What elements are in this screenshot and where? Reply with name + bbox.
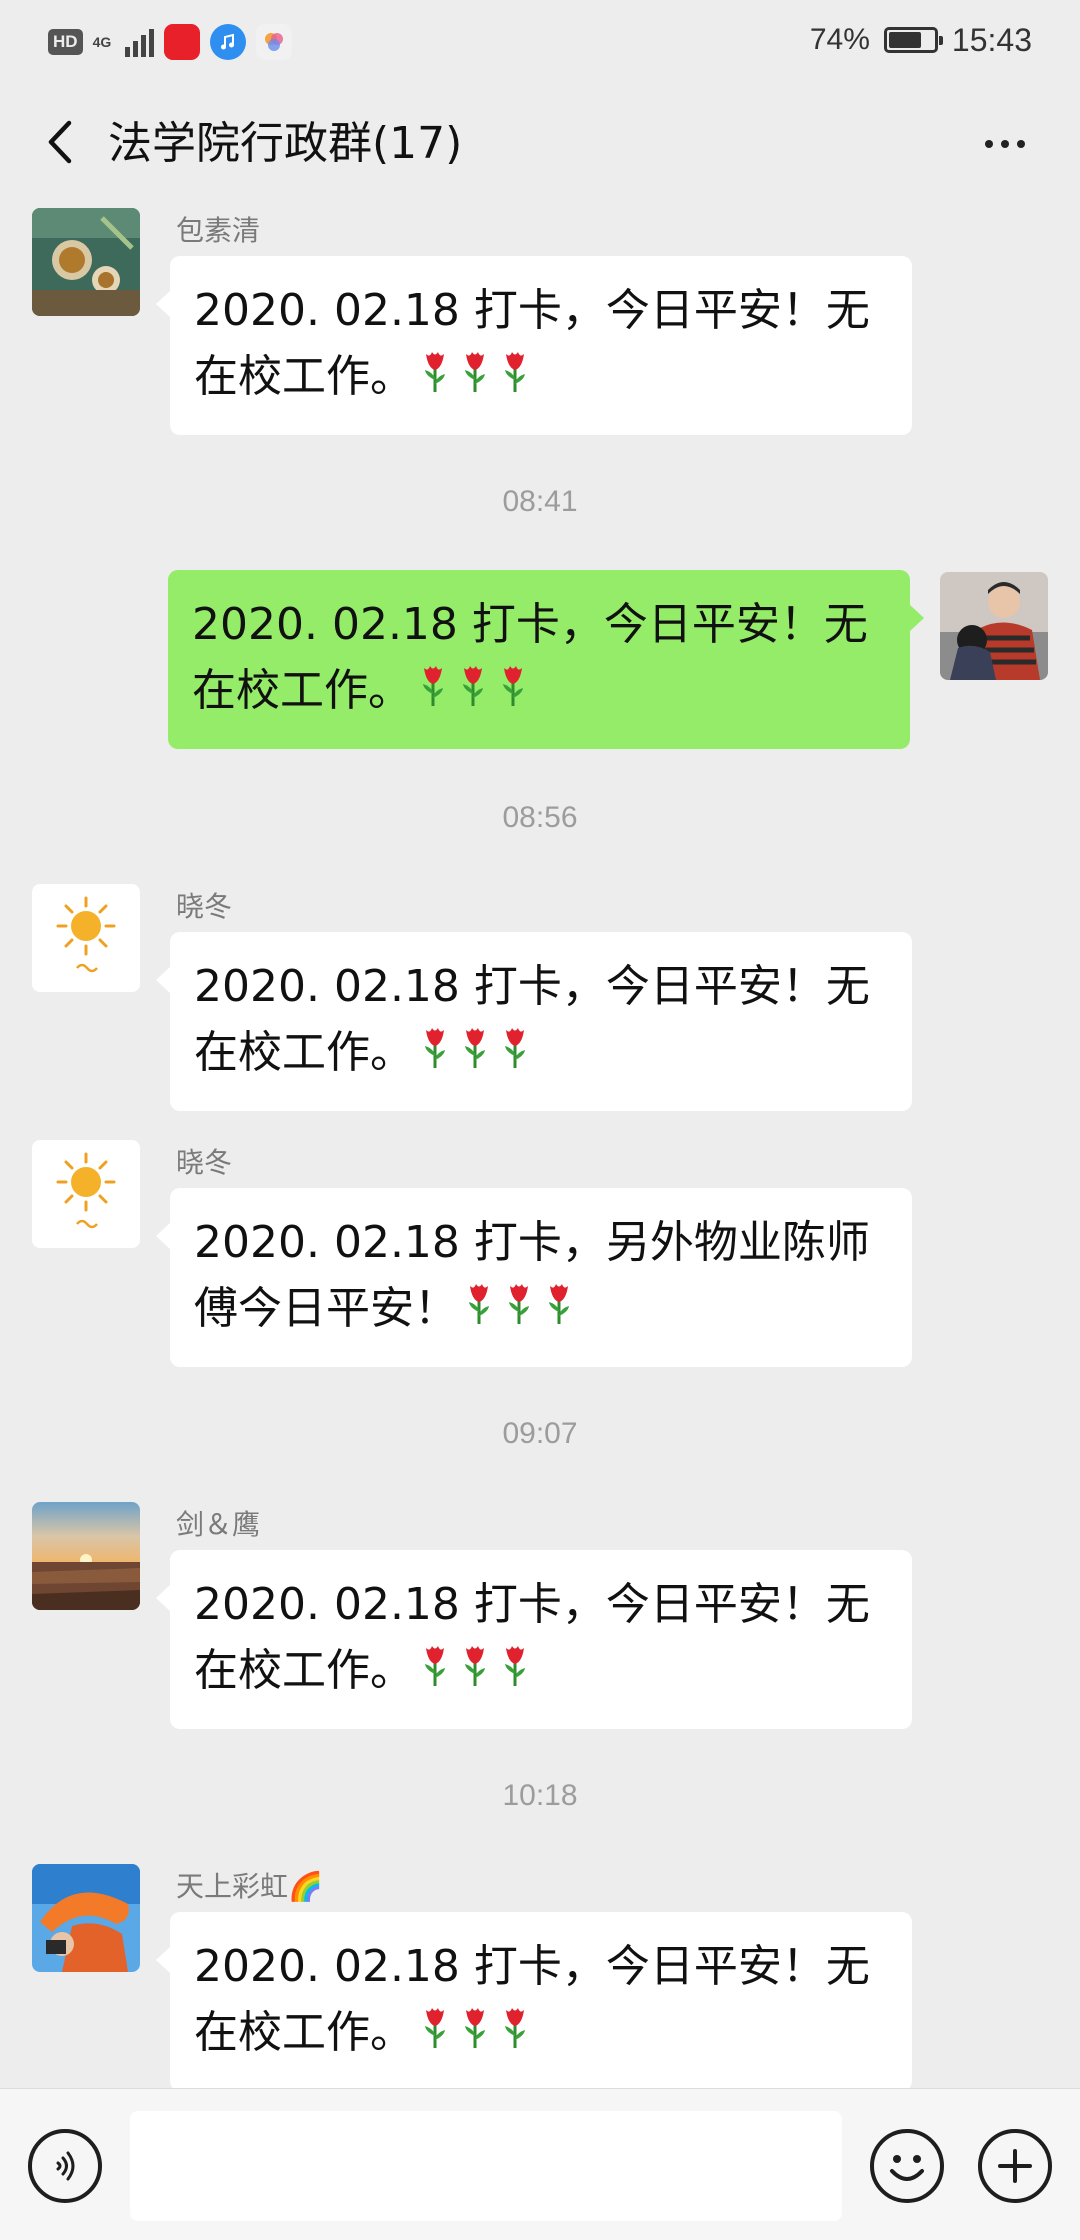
avatar[interactable]	[32, 1140, 140, 1248]
dot-icon	[1017, 140, 1025, 148]
sun-drawing-avatar	[32, 884, 140, 992]
message-bubble[interactable]: 2020. 02.18 打卡，今日平安！无在校工作。	[156, 1912, 912, 2091]
chat-title: 法学院行政群(17)	[108, 118, 463, 169]
dot-icon	[985, 140, 993, 148]
rose-emoji-icon	[420, 1641, 450, 1707]
back-button[interactable]	[30, 112, 90, 172]
rose-emojis	[420, 2001, 540, 2069]
rose-emoji-icon	[464, 1279, 494, 1345]
avatar[interactable]	[32, 1864, 140, 1972]
hd-badge: HD	[48, 29, 83, 55]
sender-name: 剑＆鹰	[176, 1508, 261, 1541]
plus-icon	[998, 2149, 1032, 2183]
timestamp: 09:07	[502, 1417, 578, 1450]
gallery-app-icon	[255, 24, 292, 60]
self-photo-avatar	[940, 572, 1048, 680]
input-bar	[0, 2088, 1080, 2240]
rose-emoji-icon	[460, 2003, 490, 2069]
battery-percent: 74%	[809, 23, 870, 56]
rose-emoji-icon	[500, 347, 530, 413]
status-left: HD 4G	[48, 22, 292, 62]
rose-emoji-icon	[458, 661, 488, 727]
rose-emoji-icon	[498, 661, 528, 727]
avatar[interactable]	[32, 1502, 140, 1610]
battery-icon	[883, 27, 943, 53]
rose-emoji-icon	[500, 1641, 530, 1707]
rose-emoji-icon	[418, 661, 448, 727]
avatar[interactable]	[32, 208, 140, 316]
timestamp: 08:41	[502, 485, 578, 518]
rose-emojis	[418, 659, 538, 727]
rose-emoji-icon	[500, 2003, 530, 2069]
music-app-icon	[209, 24, 246, 60]
voice-button[interactable]	[28, 2129, 102, 2203]
avatar[interactable]	[940, 572, 1048, 680]
plus-button[interactable]	[978, 2129, 1052, 2203]
message-bubble[interactable]: 2020. 02.18 打卡，今日平安！无在校工作。	[156, 932, 912, 1111]
chevron-left-icon	[48, 120, 72, 164]
network-type: 4G	[92, 34, 112, 50]
sun-drawing-avatar	[32, 1140, 140, 1248]
rose-emoji-icon	[460, 1023, 490, 1089]
rose-emoji-icon	[460, 1641, 490, 1707]
message-bubble[interactable]: 2020. 02.18 打卡，另外物业陈师傅今日平安！	[156, 1188, 912, 1367]
rose-emoji-icon	[504, 1279, 534, 1345]
message-bubble[interactable]: 2020. 02.18 打卡，今日平安！无在校工作。	[156, 256, 912, 435]
rose-emoji-icon	[420, 347, 450, 413]
status-right: 74% 15:43	[810, 20, 1032, 60]
clock: 15:43	[951, 21, 1032, 58]
timestamp: 10:18	[502, 1779, 578, 1812]
dot-icon	[1001, 140, 1009, 148]
sunset-photo-avatar	[32, 1502, 140, 1610]
rose-emojis	[420, 1021, 540, 1089]
emoji-button[interactable]	[870, 2129, 944, 2203]
sender-name: 晓冬	[176, 890, 233, 923]
my-message-bubble[interactable]: 2020. 02.18 打卡，今日平安！无在校工作。	[168, 570, 924, 749]
timestamp: 08:56	[502, 801, 578, 834]
message-input[interactable]	[130, 2111, 842, 2221]
rose-emojis	[464, 1277, 584, 1345]
rose-emoji-icon	[420, 2003, 450, 2069]
orange-hat-photo-avatar	[32, 1864, 140, 1972]
sender-name: 晓冬	[176, 1146, 233, 1179]
sender-name: 天上彩虹🌈	[176, 1870, 323, 1903]
avatar[interactable]	[32, 884, 140, 992]
smiley-icon	[890, 2155, 924, 2181]
voice-icon	[56, 2151, 75, 2181]
rose-emojis	[420, 1639, 540, 1707]
status-bar: HD 4G 74% 15:43	[0, 0, 1080, 80]
rose-emoji-icon	[420, 1023, 450, 1089]
more-options-button[interactable]	[970, 116, 1040, 172]
rose-emoji-icon	[460, 347, 490, 413]
rose-emoji-icon	[544, 1279, 574, 1345]
signal-icon	[124, 27, 154, 57]
tea-photo-avatar	[32, 208, 140, 316]
sender-name: 包素清	[176, 214, 261, 247]
chat-header: 法学院行政群(17)	[0, 80, 1080, 210]
message-bubble[interactable]: 2020. 02.18 打卡，今日平安！无在校工作。	[156, 1550, 912, 1729]
rose-emojis	[420, 345, 540, 413]
rose-emoji-icon	[500, 1023, 530, 1089]
huawei-app-icon	[163, 24, 200, 60]
